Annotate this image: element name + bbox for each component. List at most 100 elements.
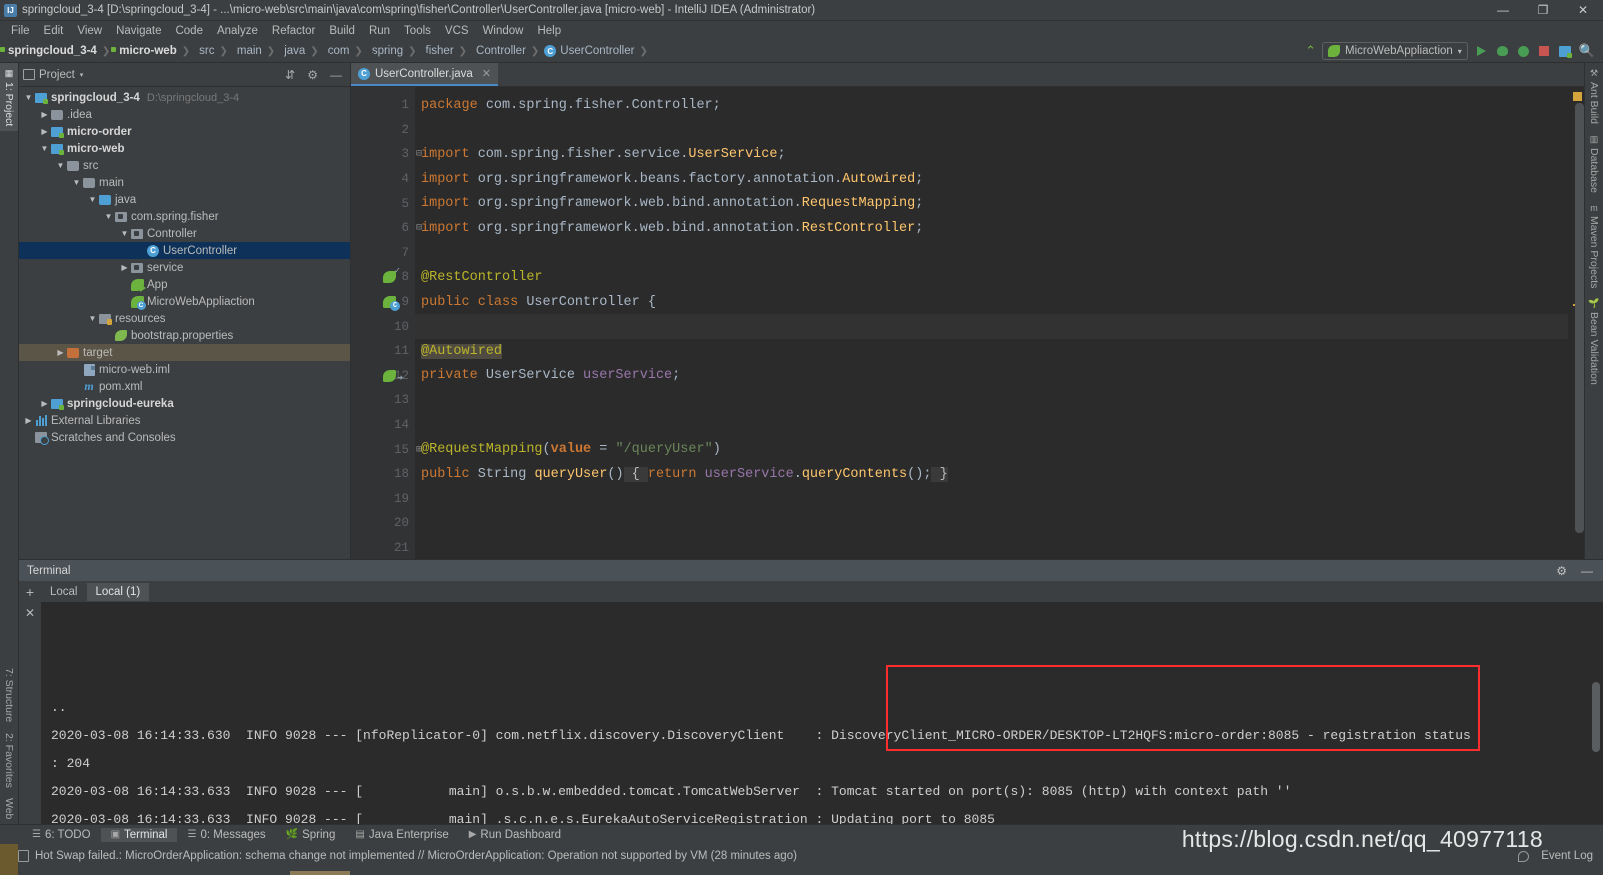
build-arrow-icon[interactable]: ⌃ [1305, 43, 1316, 59]
menu-item-analyze[interactable]: Analyze [210, 24, 265, 38]
chevron-down-icon[interactable]: ▼ [87, 195, 98, 204]
gutter-line[interactable]: 13 [351, 388, 415, 413]
chevron-down-icon[interactable]: ▼ [71, 178, 82, 187]
gutter-line[interactable]: 18 [351, 462, 415, 487]
chevron-right-icon[interactable]: ▶ [55, 348, 66, 357]
tree-item-springcloud-eureka[interactable]: ▶ springcloud-eureka [19, 395, 350, 412]
tree-item-micro-order[interactable]: ▶ micro-order [19, 123, 350, 140]
menu-item-vcs[interactable]: VCS [438, 24, 476, 38]
tree-item-bootstrap-properties[interactable]: ▶bootstrap.properties [19, 327, 350, 344]
tree-item-micro-web-iml[interactable]: ▶micro-web.iml [19, 361, 350, 378]
tree-item-main[interactable]: ▼ main [19, 174, 350, 191]
warning-marker[interactable] [1573, 92, 1582, 101]
menu-item-build[interactable]: Build [322, 24, 362, 38]
hide-icon[interactable]: — [1581, 564, 1593, 578]
hide-icon[interactable]: — [330, 68, 342, 82]
terminal-tab-local[interactable]: Local [41, 583, 87, 601]
tree-item-usercontroller[interactable]: ▶CUserController [19, 242, 350, 259]
breadcrumb-item-src[interactable]: src [195, 45, 214, 57]
sidebar-tab-project[interactable]: ▦ 1: Project [0, 63, 18, 132]
tool-window-6--todo[interactable]: ☰ 6: TODO [22, 828, 101, 842]
terminal-tab-local-1[interactable]: Local (1) [86, 582, 150, 601]
sidebar-tab-web[interactable]: Web [0, 793, 18, 824]
gutter-line[interactable]: 9 [351, 290, 415, 315]
spring-bean-class-icon[interactable] [383, 295, 400, 312]
tool-window-java-enterprise[interactable]: ▤ Java Enterprise [345, 828, 458, 842]
project-structure-button[interactable] [1558, 44, 1573, 59]
spring-bean-check-icon[interactable] [383, 266, 400, 285]
sidebar-tab-structure[interactable]: 7: Structure [0, 663, 18, 727]
gutter-line[interactable]: 10 [351, 314, 415, 339]
menu-item-refactor[interactable]: Refactor [265, 24, 322, 38]
gutter-line[interactable]: 12 [351, 364, 415, 389]
search-everywhere-icon[interactable]: 🔍 [1579, 43, 1595, 59]
minimize-button[interactable]: — [1483, 0, 1523, 21]
gutter-line[interactable]: 1 [351, 93, 415, 118]
gutter-line[interactable]: 19 [351, 487, 415, 512]
chevron-right-icon[interactable]: ▶ [39, 399, 50, 408]
tool-window-terminal[interactable]: ▣ Terminal [100, 827, 178, 842]
gutter-line[interactable]: 5 [351, 191, 415, 216]
debug-button[interactable] [1495, 44, 1510, 59]
chevron-right-icon[interactable]: ▶ [119, 263, 130, 272]
gutter-line[interactable]: 14 [351, 413, 415, 438]
collapse-all-icon[interactable]: ⇵ [285, 68, 295, 82]
tree-item-service[interactable]: ▶ service [19, 259, 350, 276]
terminal-scrollbar[interactable] [1592, 682, 1600, 752]
tree-item-external-libraries[interactable]: ▶ External Libraries [19, 412, 350, 429]
tool-window-run-dashboard[interactable]: ▶ Run Dashboard [459, 828, 571, 842]
menu-item-edit[interactable]: Edit [37, 24, 71, 38]
spring-bean-arrow-icon[interactable] [383, 368, 403, 385]
gutter-line[interactable]: 2 [351, 118, 415, 143]
editor-tab-usercontroller[interactable]: C UserController.java ✕ [351, 63, 499, 86]
tree-item-pom-xml[interactable]: ▶mpom.xml [19, 378, 350, 395]
gutter-line[interactable]: 4 [351, 167, 415, 192]
chevron-right-icon[interactable]: ▶ [39, 110, 50, 119]
run-configuration-selector[interactable]: MicroWebAppliaction ▾ [1321, 42, 1468, 60]
run-button[interactable] [1474, 44, 1489, 59]
menu-item-file[interactable]: File [4, 24, 37, 38]
breadcrumb-item-springcloud-3-4[interactable]: springcloud_3-4 [4, 45, 97, 57]
sidebar-tab-database[interactable]: ▥ Database [1585, 129, 1603, 198]
menu-item-help[interactable]: Help [530, 24, 568, 38]
chevron-down-icon[interactable]: ▼ [119, 229, 130, 238]
menu-item-navigate[interactable]: Navigate [109, 24, 168, 38]
close-terminal-tab-button[interactable]: ✕ [19, 602, 41, 824]
gutter-line[interactable]: 8 [351, 265, 415, 290]
terminal-console[interactable]: .. 2020-03-08 16:14:33.630 INFO 9028 --- … [41, 602, 1603, 824]
menu-item-code[interactable]: Code [168, 24, 210, 38]
breadcrumb-item-com[interactable]: com [324, 45, 350, 57]
gutter-line[interactable]: ⊞ 15 [351, 437, 422, 462]
gutter-line[interactable]: ⊟ 3 [351, 142, 422, 167]
breadcrumb-item-controller[interactable]: Controller [472, 45, 526, 57]
tree-item-resources[interactable]: ▼ resources [19, 310, 350, 327]
tree-item-java[interactable]: ▼ java [19, 191, 350, 208]
close-icon[interactable]: ✕ [482, 67, 491, 80]
tree-item-target[interactable]: ▶ target [19, 344, 350, 361]
tree-item-springcloud-3-4[interactable]: ▼ springcloud_3-4 D:\springcloud_3-4 [19, 89, 350, 106]
chevron-down-icon[interactable]: ▼ [23, 93, 34, 102]
tree-item-controller[interactable]: ▼ Controller [19, 225, 350, 242]
breadcrumb-item-java[interactable]: java [280, 45, 305, 57]
event-log-label[interactable]: Event Log [1541, 850, 1593, 862]
menu-item-tools[interactable]: Tools [397, 24, 438, 38]
breadcrumb-item-spring[interactable]: spring [368, 45, 403, 57]
tree-item-app[interactable]: ▶App [19, 276, 350, 293]
tree-item-micro-web[interactable]: ▼ micro-web [19, 140, 350, 157]
breadcrumb-item-usercontroller[interactable]: C UserController [544, 45, 634, 57]
chevron-down-icon[interactable]: ▼ [87, 314, 98, 323]
gear-icon[interactable]: ⚙ [307, 68, 318, 82]
new-terminal-tab-button[interactable]: + [19, 584, 41, 600]
chevron-down-icon[interactable]: ▾ [80, 71, 84, 79]
close-button[interactable]: ✕ [1563, 0, 1603, 21]
gutter-line[interactable]: 11 [351, 339, 415, 364]
tool-window-spring[interactable]: 🌿 Spring [276, 828, 346, 842]
stop-button[interactable] [1537, 44, 1552, 59]
gutter-line[interactable]: 20 [351, 511, 415, 536]
maximize-button[interactable]: ❐ [1523, 0, 1563, 21]
chevron-down-icon[interactable]: ▼ [55, 161, 66, 170]
breadcrumb-item-main[interactable]: main [233, 45, 262, 57]
chevron-right-icon[interactable]: ▶ [23, 416, 34, 425]
sidebar-tab-bean-validation[interactable]: 🌱 Bean Validation [1585, 293, 1603, 390]
chevron-down-icon[interactable]: ▼ [39, 144, 50, 153]
